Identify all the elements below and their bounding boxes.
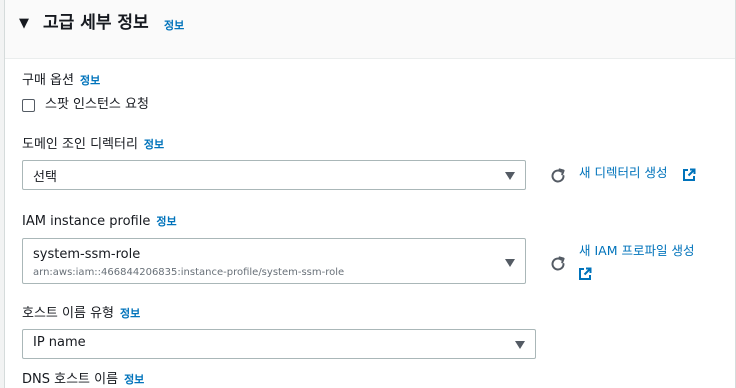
dropdown-caret-icon [505,259,515,267]
refresh-icon[interactable] [549,167,567,185]
domain-join-label-text: 도메인 조인 디렉터리 [22,137,138,152]
dropdown-caret-icon [505,172,515,180]
purchase-option-label: 구매 옵션 정보 [22,72,100,90]
iam-profile-label: IAM instance profile 정보 [22,213,177,231]
info-link[interactable]: 정보 [164,17,184,33]
spot-instance-checkbox[interactable] [22,99,35,112]
caret-down-icon[interactable]: ▼ [19,15,29,33]
hostname-type-info-link[interactable]: 정보 [120,307,140,320]
domain-join-select[interactable]: 선택 [22,160,526,190]
iam-profile-select-value: system-ssm-role [33,247,141,262]
hostname-type-label-text: 호스트 이름 유형 [22,306,114,321]
purchase-option-label-text: 구매 옵션 [22,73,74,88]
domain-join-info-link[interactable]: 정보 [144,138,164,151]
iam-profile-info-link[interactable]: 정보 [156,215,176,228]
hostname-type-label: 호스트 이름 유형 정보 [22,305,140,323]
create-iam-profile-link[interactable]: 새 IAM 프로파일 생성 [579,242,694,260]
hostname-type-select[interactable]: IP name [22,329,536,359]
domain-join-select-value: 선택 [33,170,57,185]
domain-join-label: 도메인 조인 디렉터리 정보 [22,136,164,154]
external-link-icon[interactable] [578,267,592,281]
purchase-option-info-link[interactable]: 정보 [80,74,100,87]
iam-profile-label-text: IAM instance profile [22,214,151,229]
spot-instance-checkbox-label[interactable]: 스팟 인스턴스 요청 [45,96,149,114]
refresh-icon[interactable] [549,255,567,273]
dropdown-caret-icon [515,341,525,349]
create-directory-link[interactable]: 새 디렉터리 생성 [579,164,667,182]
dns-hostname-label-text: DNS 호스트 이름 [22,372,119,387]
advanced-details-panel: ▼ 고급 세부 정보 정보 구매 옵션 정보 스팟 인스턴스 요청 도메인 조인 … [4,0,736,388]
hostname-type-select-value: IP name [33,335,86,350]
section-header[interactable]: ▼ 고급 세부 정보 정보 [5,0,735,59]
external-link-icon[interactable] [682,168,696,182]
dns-hostname-label: DNS 호스트 이름 정보 [22,371,144,388]
dns-hostname-info-link[interactable]: 정보 [124,373,144,386]
iam-profile-arn: arn:aws:iam::466844206835:instance-profi… [33,267,345,278]
section-title[interactable]: 고급 세부 정보 [43,12,149,34]
iam-profile-select[interactable]: system-ssm-role arn:aws:iam::46684420683… [22,238,526,284]
